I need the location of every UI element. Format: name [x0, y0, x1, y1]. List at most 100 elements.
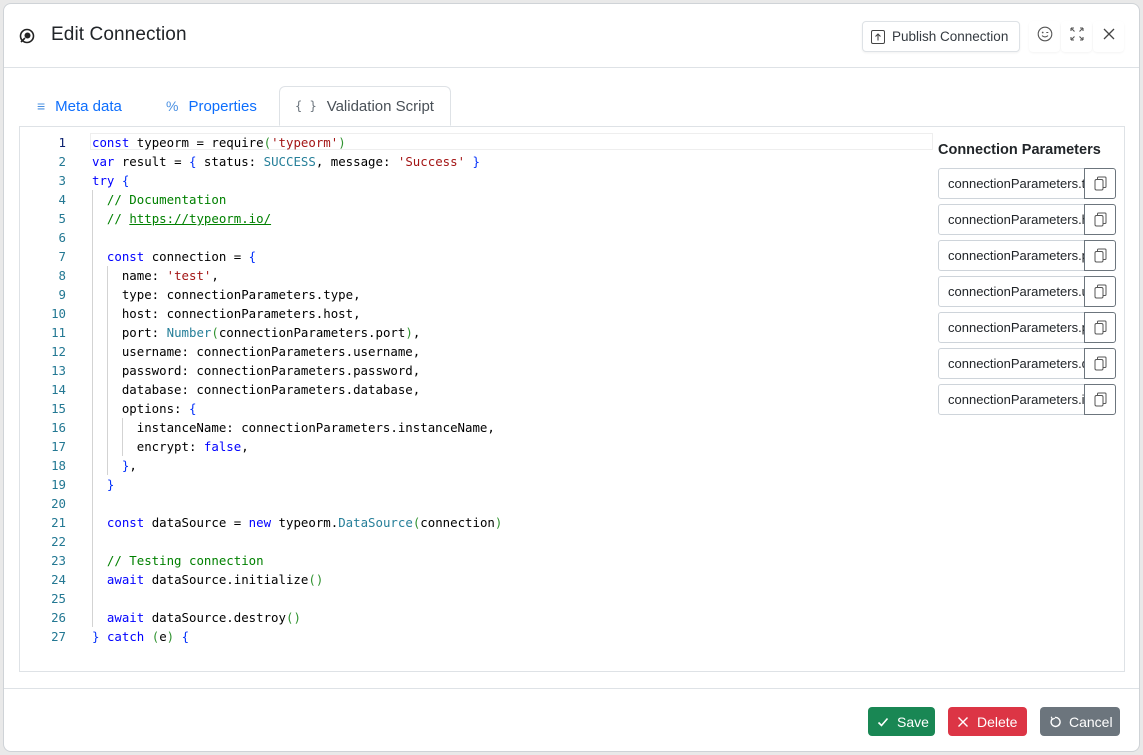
line-number: 4	[58, 192, 66, 207]
cancel-button[interactable]: Cancel	[1040, 707, 1120, 736]
code-line[interactable]: 13 password: connectionParameters.passwo…	[20, 361, 935, 380]
code-line[interactable]: 27} catch (e) {	[20, 627, 935, 646]
tab-content: 1 const typeorm = require('typeorm') 2 var …	[19, 126, 1125, 672]
parameter-row: connectionParameters.database	[938, 348, 1116, 379]
edit-connection-dialog: Edit Connection Publish Connection ≡ Met…	[3, 3, 1140, 752]
code-line[interactable]: 26 await dataSource.destroy()	[20, 608, 935, 627]
code-line[interactable]: 11 port: Number(connectionParameters.por…	[20, 323, 935, 342]
line-number: 20	[51, 496, 66, 511]
copy-icon	[1094, 392, 1106, 407]
code-text: options: {	[92, 401, 197, 416]
line-number: 15	[51, 401, 66, 416]
copy-parameter-button[interactable]	[1084, 276, 1116, 307]
code-text: }	[106, 477, 115, 492]
code-line[interactable]: 1 const typeorm = require('typeorm')	[20, 133, 935, 152]
code-line[interactable]: 2 var result = { status: SUCCESS, message…	[20, 152, 935, 171]
copy-parameter-button[interactable]	[1084, 384, 1116, 415]
copy-parameter-button[interactable]	[1084, 204, 1116, 235]
tab-bar: ≡ Meta data % Properties { } Validation …	[19, 86, 1125, 126]
line-number: 6	[58, 230, 66, 245]
parameter-row: connectionParameters.host	[938, 204, 1116, 235]
parameter-field[interactable]: connectionParameters.instanceName	[938, 384, 1085, 415]
code-text: } catch (e) {	[92, 629, 190, 644]
code-text: port: Number(connectionParameters.port),	[92, 325, 421, 340]
close-button[interactable]	[1093, 21, 1124, 52]
publish-connection-button[interactable]: Publish Connection	[862, 21, 1020, 52]
line-number: 22	[51, 534, 66, 549]
close-icon	[1102, 27, 1116, 46]
copy-icon	[1094, 284, 1106, 299]
upload-icon	[871, 29, 885, 44]
parameter-field[interactable]: connectionParameters.password	[938, 312, 1085, 343]
copy-parameter-button[interactable]	[1084, 168, 1116, 199]
tab-label: Validation Script	[326, 97, 434, 115]
parameter-row: connectionParameters.password	[938, 312, 1116, 343]
tab-validation-script[interactable]: { } Validation Script	[279, 86, 451, 126]
line-number: 10	[51, 306, 66, 321]
copy-parameter-button[interactable]	[1084, 312, 1116, 343]
fullscreen-button[interactable]	[1061, 21, 1092, 52]
parameter-row: connectionParameters.port	[938, 240, 1116, 271]
code-line[interactable]: 21 const dataSource = new typeorm.DataSo…	[20, 513, 935, 532]
code-editor[interactable]: 1 const typeorm = require('typeorm') 2 var …	[20, 133, 935, 663]
code-line[interactable]: 18 },	[20, 456, 935, 475]
code-line[interactable]: 19 }	[20, 475, 935, 494]
code-text: // https://typeorm.io/	[106, 211, 272, 226]
parameter-field[interactable]: connectionParameters.port	[938, 240, 1085, 271]
code-text: // Documentation	[106, 192, 227, 207]
code-text: const dataSource = new typeorm.DataSourc…	[106, 515, 503, 530]
publish-connection-label: Publish Connection	[892, 29, 1009, 44]
code-text: const typeorm = require('typeorm')	[92, 135, 346, 150]
cancel-label: Cancel	[1069, 713, 1113, 730]
tab-label: Meta data	[55, 97, 122, 115]
code-line[interactable]: 10 host: connectionParameters.host,	[20, 304, 935, 323]
parameter-field[interactable]: connectionParameters.host	[938, 204, 1085, 235]
code-line[interactable]: 8 name: 'test',	[20, 266, 935, 285]
connection-parameters-title: Connection Parameters	[938, 142, 1101, 158]
line-number: 23	[51, 553, 66, 568]
parameter-field[interactable]: connectionParameters.database	[938, 348, 1085, 379]
code-line[interactable]: 5 // https://typeorm.io/	[20, 209, 935, 228]
line-number: 9	[58, 287, 66, 302]
code-line[interactable]: 9 type: connectionParameters.type,	[20, 285, 935, 304]
smiley-icon	[1037, 26, 1053, 47]
code-line[interactable]: 3 try {	[20, 171, 935, 190]
line-number: 1	[58, 135, 66, 150]
copy-parameter-button[interactable]	[1084, 240, 1116, 271]
line-number: 16	[51, 420, 66, 435]
code-line[interactable]: 24 await dataSource.initialize()	[20, 570, 935, 589]
code-line[interactable]: 17 encrypt: false,	[20, 437, 935, 456]
code-line[interactable]: 16 instanceName: connectionParameters.in…	[20, 418, 935, 437]
delete-label: Delete	[977, 713, 1018, 730]
code-line[interactable]: 12 username: connectionParameters.userna…	[20, 342, 935, 361]
code-line[interactable]: 4 // Documentation	[20, 190, 935, 209]
parameter-field[interactable]: connectionParameters.type	[938, 168, 1085, 199]
code-line[interactable]: 6	[20, 228, 935, 247]
code-text: await dataSource.initialize()	[106, 572, 324, 587]
code-line[interactable]: 23 // Testing connection	[20, 551, 935, 570]
code-line[interactable]: 14 database: connectionParameters.databa…	[20, 380, 935, 399]
code-text: host: connectionParameters.host,	[92, 306, 361, 321]
code-text: password: connectionParameters.password,	[92, 363, 421, 378]
tab-properties[interactable]: % Properties	[166, 86, 257, 126]
line-number: 24	[51, 572, 66, 587]
line-number: 2	[58, 154, 66, 169]
code-line[interactable]: 15 options: {	[20, 399, 935, 418]
code-line[interactable]: 7 const connection = {	[20, 247, 935, 266]
tab-meta-data[interactable]: ≡ Meta data	[37, 86, 122, 126]
dialog-header: Edit Connection Publish Connection	[4, 4, 1139, 68]
parameter-row: connectionParameters.username	[938, 276, 1116, 307]
line-number: 17	[51, 439, 66, 454]
code-text: type: connectionParameters.type,	[92, 287, 361, 302]
check-icon	[877, 717, 889, 727]
code-line[interactable]: 20	[20, 494, 935, 513]
list-icon: ≡	[37, 98, 46, 114]
save-button[interactable]: Save	[868, 707, 935, 736]
code-line[interactable]: 22	[20, 532, 935, 551]
line-number: 3	[58, 173, 66, 188]
feedback-button[interactable]	[1029, 21, 1060, 52]
code-line[interactable]: 25	[20, 589, 935, 608]
copy-parameter-button[interactable]	[1084, 348, 1116, 379]
parameter-field[interactable]: connectionParameters.username	[938, 276, 1085, 307]
delete-button[interactable]: Delete	[948, 707, 1027, 736]
